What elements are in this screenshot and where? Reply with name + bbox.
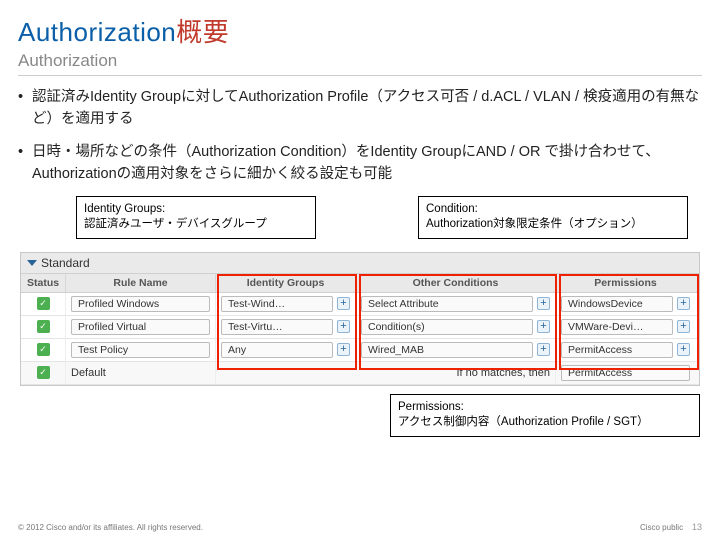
callout-heading: Identity Groups: bbox=[84, 202, 308, 218]
classification-text: Cisco public bbox=[640, 523, 683, 532]
rule-name-field[interactable]: Profiled Windows bbox=[71, 296, 210, 312]
col-rulename: Rule Name bbox=[65, 274, 215, 292]
default-permission[interactable]: PermitAccess bbox=[561, 365, 690, 381]
bullet-item: 日時・場所などの条件（Authorization Condition）をIden… bbox=[18, 141, 702, 186]
callout-heading: Permissions: bbox=[398, 400, 692, 416]
permission-select[interactable]: PermitAccess bbox=[561, 342, 673, 358]
col-permissions: Permissions bbox=[555, 274, 695, 292]
authorization-policy-panel: Standard Status Rule Name Identity Group… bbox=[20, 252, 700, 386]
title-en: Authorization bbox=[18, 17, 176, 47]
identity-group-select[interactable]: Test-Wind… bbox=[221, 296, 333, 312]
col-conditions: Other Conditions bbox=[355, 274, 555, 292]
callout-identity-groups: Identity Groups: 認証済みユーザ・デバイスグループ bbox=[76, 196, 316, 239]
add-icon[interactable]: + bbox=[337, 343, 350, 356]
add-icon[interactable]: + bbox=[677, 343, 690, 356]
identity-group-select[interactable]: Any bbox=[221, 342, 333, 358]
col-groups: Identity Groups bbox=[215, 274, 355, 292]
rule-name-field[interactable]: Test Policy bbox=[71, 342, 210, 358]
add-icon[interactable]: + bbox=[537, 297, 550, 310]
check-icon[interactable] bbox=[37, 320, 50, 333]
bullet-list: 認証済みIdentity Groupに対してAuthorization Prof… bbox=[18, 86, 702, 186]
check-icon[interactable] bbox=[37, 343, 50, 356]
bullet-item: 認証済みIdentity Groupに対してAuthorization Prof… bbox=[18, 86, 702, 131]
lower-callouts: Permissions: アクセス制御内容（Authorization Prof… bbox=[18, 394, 702, 444]
add-icon[interactable]: + bbox=[337, 320, 350, 333]
col-status: Status bbox=[21, 274, 65, 292]
slide-title: Authorization概要 bbox=[18, 12, 702, 49]
table-row: Profiled Virtual Test-Virtu… + Condition(… bbox=[21, 316, 699, 339]
table-wrap: Status Rule Name Identity Groups Other C… bbox=[21, 274, 699, 362]
default-row: Default If no matches, then PermitAccess bbox=[21, 362, 699, 385]
table-row: Test Policy Any + Wired_MAB + PermitAccess… bbox=[21, 339, 699, 362]
title-jp: 概要 bbox=[176, 17, 229, 47]
check-icon[interactable] bbox=[37, 297, 50, 310]
callout-heading: Condition: bbox=[426, 202, 680, 218]
callout-text: Authorization対象限定条件（オプション） bbox=[426, 217, 680, 233]
copyright-text: © 2012 Cisco and/or its affiliates. All … bbox=[18, 523, 203, 532]
callout-condition: Condition: Authorization対象限定条件（オプション） bbox=[418, 196, 688, 239]
add-icon[interactable]: + bbox=[337, 297, 350, 310]
panel-header[interactable]: Standard bbox=[21, 253, 699, 274]
default-text: If no matches, then bbox=[456, 367, 550, 379]
permission-select[interactable]: WindowsDevice bbox=[561, 296, 673, 312]
permission-select[interactable]: VMWare-Devi… bbox=[561, 319, 673, 335]
page-number: 13 bbox=[692, 522, 702, 532]
default-label: Default bbox=[71, 367, 106, 379]
add-icon[interactable]: + bbox=[677, 297, 690, 310]
slide-subtitle: Authorization bbox=[18, 51, 702, 76]
upper-callouts: Identity Groups: 認証済みユーザ・デバイスグループ Condit… bbox=[18, 196, 702, 246]
callout-permissions: Permissions: アクセス制御内容（Authorization Prof… bbox=[390, 394, 700, 437]
column-headers: Status Rule Name Identity Groups Other C… bbox=[21, 274, 699, 293]
collapse-icon[interactable] bbox=[27, 260, 37, 266]
callout-text: 認証済みユーザ・デバイスグループ bbox=[84, 217, 308, 233]
identity-group-select[interactable]: Test-Virtu… bbox=[221, 319, 333, 335]
add-icon[interactable]: + bbox=[677, 320, 690, 333]
check-icon[interactable] bbox=[37, 366, 50, 379]
rule-name-field[interactable]: Profiled Virtual bbox=[71, 319, 210, 335]
condition-select[interactable]: Wired_MAB bbox=[361, 342, 533, 358]
callout-text: アクセス制御内容（Authorization Profile / SGT） bbox=[398, 415, 692, 431]
condition-select[interactable]: Select Attribute bbox=[361, 296, 533, 312]
condition-select[interactable]: Condition(s) bbox=[361, 319, 533, 335]
table-row: Profiled Windows Test-Wind… + Select Attr… bbox=[21, 293, 699, 316]
add-icon[interactable]: + bbox=[537, 343, 550, 356]
slide-footer: © 2012 Cisco and/or its affiliates. All … bbox=[18, 522, 702, 532]
panel-title: Standard bbox=[41, 256, 90, 270]
add-icon[interactable]: + bbox=[537, 320, 550, 333]
